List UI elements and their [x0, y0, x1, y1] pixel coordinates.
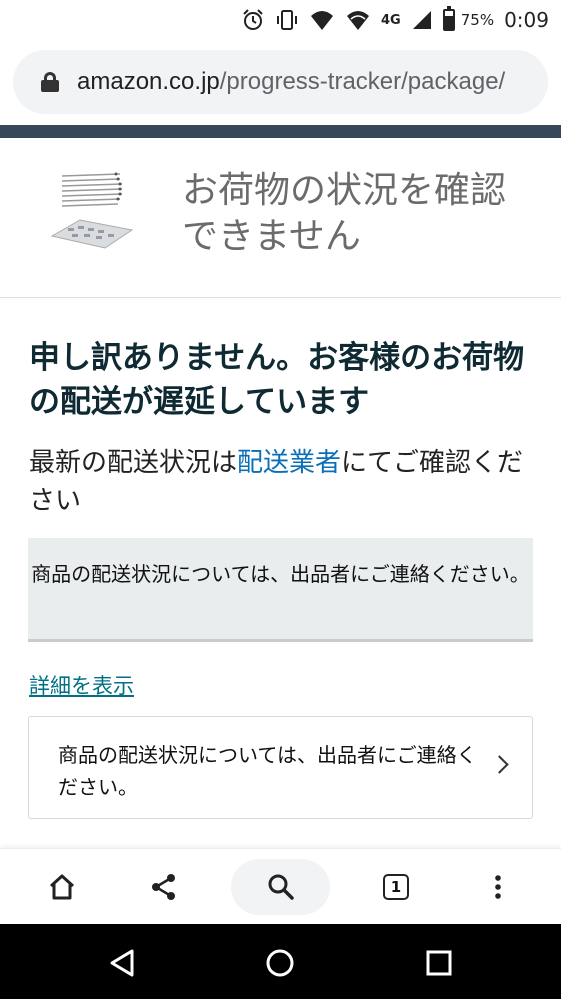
tracking-header: お荷物の状況を確認できません	[0, 138, 561, 298]
seller-contact-notice: 商品の配送状況については、出品者にご連絡ください。	[28, 538, 533, 642]
more-vert-icon	[495, 875, 501, 899]
tabs-button[interactable]: 1	[368, 859, 424, 915]
search-button[interactable]	[231, 859, 330, 915]
wifi-calling-icon	[311, 11, 334, 30]
search-icon	[268, 874, 294, 900]
amazon-nav-strip	[0, 125, 561, 138]
delay-headline: 申し訳ありません。お客様のお荷物の配送が遅延しています	[29, 340, 525, 420]
card-text: 商品の配送状況については、出品者にご連絡ください。	[58, 743, 477, 799]
carrier-link[interactable]: 配送業者	[237, 448, 341, 478]
home-button[interactable]	[34, 859, 90, 915]
alarm-icon	[243, 9, 263, 30]
home-icon	[49, 874, 75, 900]
recents-square-icon	[426, 950, 452, 976]
seller-contact-card[interactable]: 商品の配送状況については、出品者にご連絡ください。	[28, 716, 533, 819]
url-domain: amazon.co.jp	[77, 68, 220, 95]
vibrate-icon	[277, 10, 298, 30]
wifi-icon	[347, 11, 370, 30]
product-thumbnail[interactable]	[50, 168, 135, 253]
chevron-right-icon	[490, 755, 509, 774]
page-title: お荷物の状況を確認できません	[182, 170, 507, 257]
lock-icon[interactable]	[41, 72, 59, 92]
url-path: /progress-tracker/package/	[219, 68, 506, 95]
network-type: 4G	[381, 12, 401, 28]
menu-button[interactable]	[470, 859, 526, 915]
back-button[interactable]	[97, 938, 147, 988]
url-bar[interactable]: amazon.co.jp/progress-tracker/package/	[13, 50, 548, 114]
battery-icon	[442, 6, 455, 31]
share-icon	[152, 874, 175, 900]
subline-text-before: 最新の配送状況は	[29, 448, 238, 478]
url-text[interactable]: amazon.co.jp/progress-tracker/package/	[77, 68, 505, 96]
share-button[interactable]	[136, 859, 192, 915]
tab-count: 1	[383, 874, 409, 900]
home-nav-button[interactable]	[255, 938, 305, 988]
status-bar: 4G 75% 0:09	[0, 0, 561, 40]
back-triangle-icon	[110, 949, 134, 977]
browser-toolbar: 1	[0, 848, 561, 924]
status-icons: 4G 75% 0:09	[241, 6, 549, 34]
clock: 0:09	[504, 8, 549, 32]
recents-button[interactable]	[414, 938, 464, 988]
show-details-link[interactable]: 詳細を表示	[29, 670, 134, 700]
battery-level-fill	[444, 15, 453, 29]
carrier-instructions: 最新の配送状況は配送業者にてご確認ください	[29, 444, 539, 520]
system-nav-bar	[0, 924, 561, 999]
signal-icon	[412, 11, 431, 29]
home-circle-icon	[266, 949, 294, 977]
battery-percent: 75%	[460, 11, 495, 29]
